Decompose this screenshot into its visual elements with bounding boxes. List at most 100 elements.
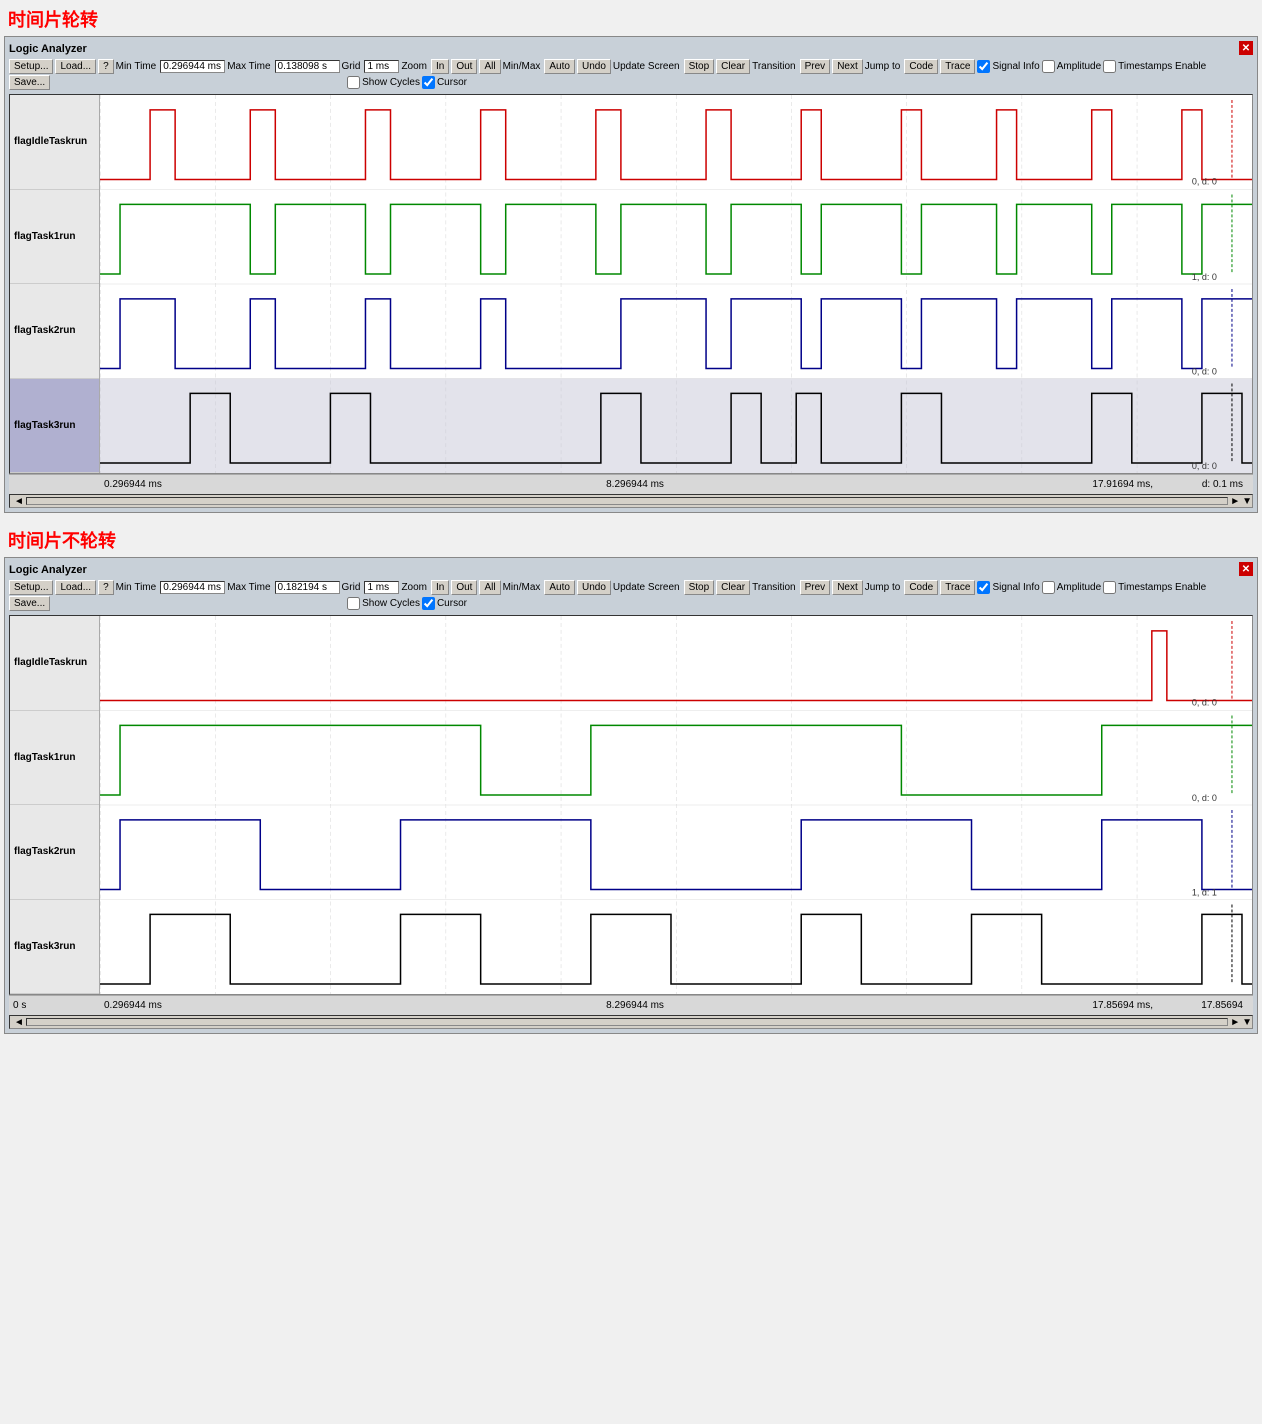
cursor-label1: Cursor (437, 77, 467, 88)
cursor-check2[interactable] (422, 597, 435, 610)
minmax-label1: Min/Max (503, 61, 541, 72)
signal-label-task1-2: flagTask1run (10, 711, 99, 806)
timestamps-check2[interactable] (1103, 581, 1116, 594)
scrollbar2[interactable]: ◄ ► ▼ (9, 1015, 1253, 1029)
jump-code2[interactable]: Code (904, 580, 938, 595)
update-stop2[interactable]: Stop (684, 580, 715, 595)
minmax-auto1[interactable]: Auto (544, 59, 575, 74)
analyzer2-title: Logic Analyzer (9, 562, 1253, 578)
save-btn1[interactable]: Save... (9, 75, 50, 90)
analyzer1-title: Logic Analyzer (9, 41, 1253, 57)
trans-prev1[interactable]: Prev (800, 59, 831, 74)
signal-info-check1[interactable] (977, 60, 990, 73)
show-cycles-label1: Show Cycles (362, 77, 420, 88)
min-time-label2: Min Time (116, 582, 157, 593)
zoom-out1[interactable]: Out (451, 59, 477, 74)
analyzer1-close[interactable]: ✕ (1239, 41, 1253, 55)
amplitude-label2: Amplitude (1057, 582, 1101, 593)
timeline-mid1: 8.296944 ms (606, 479, 664, 490)
show-cycles-check1[interactable] (347, 76, 360, 89)
signal-info-check2[interactable] (977, 581, 990, 594)
jump-code1[interactable]: Code (904, 59, 938, 74)
timeline-left2: 0.296944 ms (104, 1000, 162, 1011)
grid-value1: 1 ms (364, 60, 399, 73)
timeline1: 0.296944 ms 8.296944 ms 17.91694 ms, d: … (9, 474, 1253, 494)
scrollbar1[interactable]: ◄ ► ▼ (9, 494, 1253, 508)
timestamps-label2: Timestamps Enable (1118, 582, 1206, 593)
waveform-svg2: 0, d: 0 0, d: 0 1, d: 1 (100, 616, 1252, 994)
update-clear1[interactable]: Clear (716, 59, 750, 74)
minmax-auto2[interactable]: Auto (544, 580, 575, 595)
load-btn2[interactable]: Load... (55, 580, 96, 595)
jump-label2: Jump to (865, 582, 901, 593)
timestamps-check1[interactable] (1103, 60, 1116, 73)
waveform-svg1: 0, d: 0 1, d: 0 0, d: 0 0, d: 0 (100, 95, 1252, 473)
amplitude-label1: Amplitude (1057, 61, 1101, 72)
minmax-label2: Min/Max (503, 582, 541, 593)
timeline-suffix2: 17.85694 (1201, 1000, 1243, 1011)
max-time-label1: Max Time (227, 61, 270, 72)
amplitude-check1[interactable] (1042, 60, 1055, 73)
grid-label1: Grid (342, 61, 361, 72)
max-time-label2: Max Time (227, 582, 270, 593)
svg-text:0, d: 0: 0, d: 0 (1192, 461, 1217, 471)
trans-label1: Transition (752, 61, 796, 72)
timeline2: 0 s 0.296944 ms 8.296944 ms 17.85694 ms,… (9, 995, 1253, 1015)
signal-area2: flagIdleTaskrun flagTask1run flagTask2ru… (9, 615, 1253, 995)
setup-btn2[interactable]: Setup... (9, 580, 53, 595)
signal-label-task2-2: flagTask2run (10, 805, 99, 900)
show-cycles-label2: Show Cycles (362, 598, 420, 609)
min-time-value1: 0.296944 ms (160, 60, 225, 73)
setup-btn1[interactable]: Setup... (9, 59, 53, 74)
timeline-right2: 17.85694 ms, (1092, 1000, 1153, 1011)
analyzer2-close[interactable]: ✕ (1239, 562, 1253, 576)
save-btn2[interactable]: Save... (9, 596, 50, 611)
help-btn2[interactable]: ? (98, 580, 114, 595)
signal-info-label1: Signal Info (992, 61, 1039, 72)
minmax-undo2[interactable]: Undo (577, 580, 611, 595)
zoom-in1[interactable]: In (431, 59, 449, 74)
zoom-out2[interactable]: Out (451, 580, 477, 595)
signal-label-task2-1: flagTask2run (10, 284, 99, 379)
timestamps-label1: Timestamps Enable (1118, 61, 1206, 72)
amplitude-check2[interactable] (1042, 581, 1055, 594)
svg-text:0, d: 0: 0, d: 0 (1192, 177, 1217, 187)
signal-label-idle1: flagIdleTaskrun (10, 95, 99, 190)
svg-text:1, d: 1: 1, d: 1 (1192, 888, 1217, 898)
timeline-right1: 17.91694 ms, (1092, 479, 1153, 490)
help-btn1[interactable]: ? (98, 59, 114, 74)
update-clear2[interactable]: Clear (716, 580, 750, 595)
show-cycles-check2[interactable] (347, 597, 360, 610)
update-stop1[interactable]: Stop (684, 59, 715, 74)
timeline-suffix1: d: 0.1 ms (1202, 479, 1243, 490)
toolbar1: Setup... Load... ? Min Time 0.296944 ms … (9, 57, 1253, 92)
signal-label-task1-1: flagTask1run (10, 190, 99, 285)
svg-text:0, d: 0: 0, d: 0 (1192, 793, 1217, 803)
timeline2-zero: 0 s (13, 1000, 26, 1011)
timeline-mid2: 8.296944 ms (606, 1000, 664, 1011)
jump-trace2[interactable]: Trace (940, 580, 975, 595)
cursor-label2: Cursor (437, 598, 467, 609)
update-label2: Update Screen (613, 582, 680, 593)
zoom-all1[interactable]: All (479, 59, 500, 74)
trans-prev2[interactable]: Prev (800, 580, 831, 595)
signal-info-label2: Signal Info (992, 582, 1039, 593)
grid-value2: 1 ms (364, 581, 399, 594)
trans-next1[interactable]: Next (832, 59, 863, 74)
trans-label2: Transition (752, 582, 796, 593)
jump-label1: Jump to (865, 61, 901, 72)
cursor-check1[interactable] (422, 76, 435, 89)
load-btn1[interactable]: Load... (55, 59, 96, 74)
signal-canvas1: 0, d: 0 1, d: 0 0, d: 0 0, d: 0 (100, 95, 1252, 473)
analyzer1: Logic Analyzer ✕ Setup... Load... ? Min … (4, 36, 1258, 513)
trans-next2[interactable]: Next (832, 580, 863, 595)
min-time-value2: 0.296944 ms (160, 581, 225, 594)
max-time-value1: 0.138098 s (275, 60, 340, 73)
grid-label2: Grid (342, 582, 361, 593)
jump-trace1[interactable]: Trace (940, 59, 975, 74)
timeline-left1: 0.296944 ms (104, 479, 162, 490)
zoom-all2[interactable]: All (479, 580, 500, 595)
zoom-in2[interactable]: In (431, 580, 449, 595)
max-time-value2: 0.182194 s (275, 581, 340, 594)
minmax-undo1[interactable]: Undo (577, 59, 611, 74)
